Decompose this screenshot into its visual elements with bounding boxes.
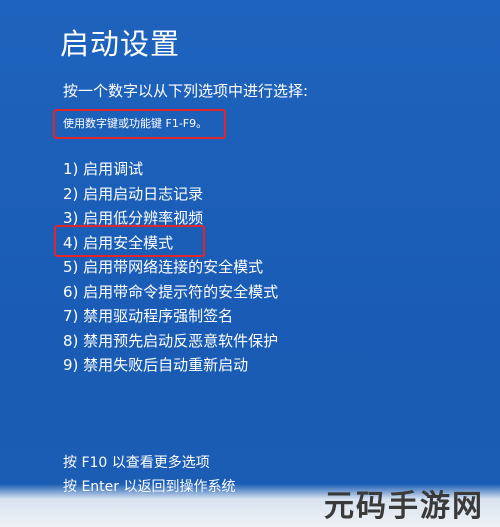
startup-options-list: 1) 启用调试 2) 启用启动日志记录 3) 启用低分辨率视频 4) 启用安全模… [63,157,278,378]
safe-mode-highlight-box [54,225,205,257]
startup-settings-screen: 启动设置 按一个数字以从下列选项中进行选择: 使用数字键或功能键 F1-F9。 … [0,0,500,527]
option-disable-auto-restart-after-failure[interactable]: 9) 禁用失败后自动重新启动 [63,353,278,378]
more-options-hint[interactable]: 按 F10 以查看更多选项 [63,451,235,475]
option-disable-early-launch-anti-malware[interactable]: 8) 禁用预先启动反恶意软件保护 [63,329,278,354]
option-safe-mode-with-command-prompt[interactable]: 6) 启用带命令提示符的安全模式 [63,280,278,305]
option-enable-debugging[interactable]: 1) 启用调试 [63,157,278,182]
instruction-text: 按一个数字以从下列选项中进行选择: [63,82,309,100]
page-title: 启动设置 [60,27,181,61]
site-watermark: 元码手游网 [324,489,484,524]
option-enable-boot-logging[interactable]: 2) 启用启动日志记录 [63,182,278,207]
key-hint-text: 使用数字键或功能键 F1-F9。 [63,117,208,130]
option-safe-mode-with-networking[interactable]: 5) 启用带网络连接的安全模式 [63,255,278,280]
option-disable-driver-signature-enforcement[interactable]: 7) 禁用驱动程序强制签名 [63,304,278,329]
